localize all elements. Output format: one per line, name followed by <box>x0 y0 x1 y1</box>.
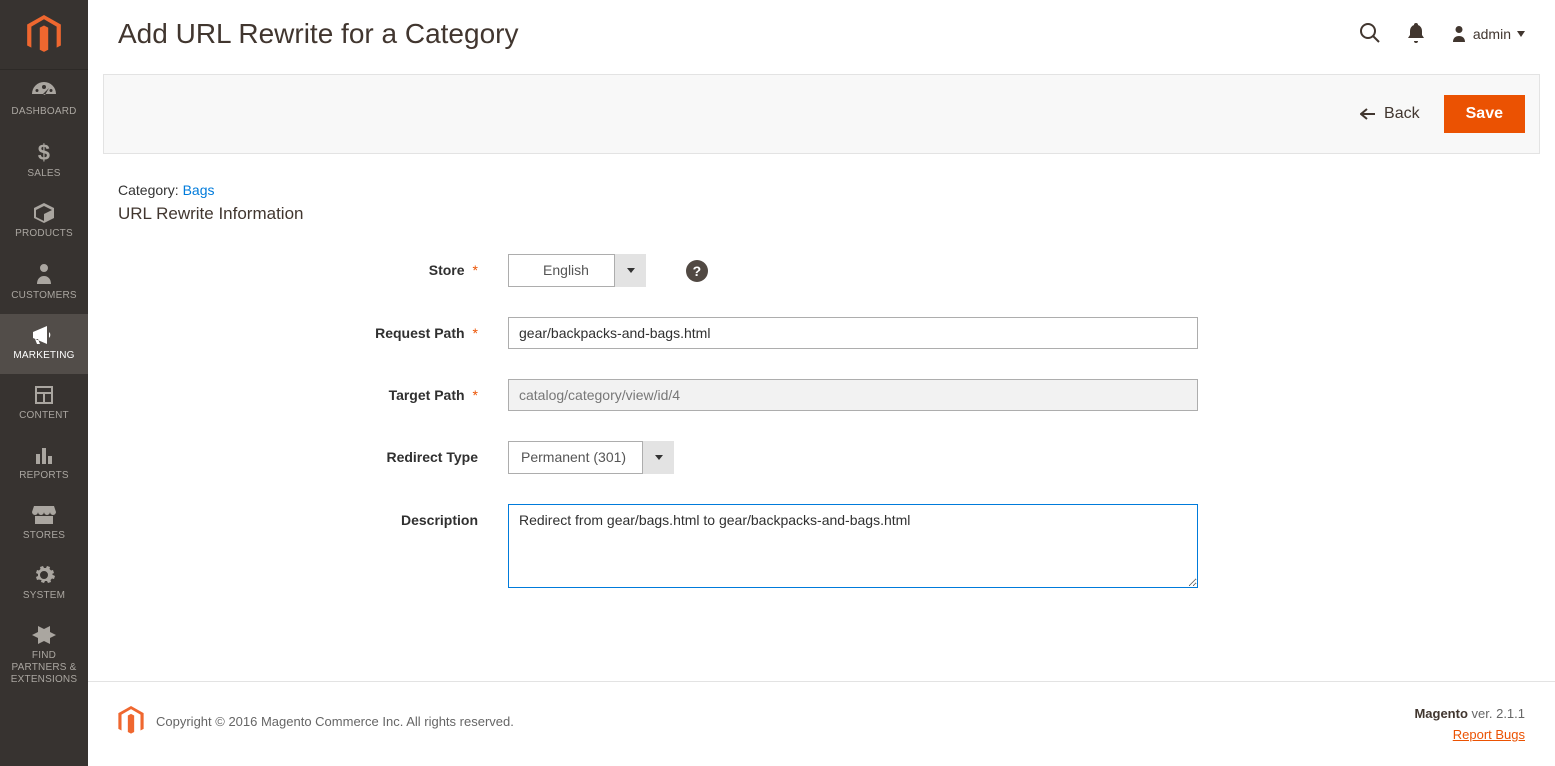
target-path-input <box>508 379 1198 411</box>
save-button[interactable]: Save <box>1444 95 1525 133</box>
sidebar-label: STORES <box>4 530 84 542</box>
sidebar-label: FIND PARTNERS & EXTENSIONS <box>4 650 84 686</box>
sidebar-label: MARKETING <box>4 350 84 362</box>
search-icon[interactable] <box>1359 22 1381 47</box>
sidebar-item-partners[interactable]: FIND PARTNERS & EXTENSIONS <box>0 614 88 698</box>
sidebar-label: SALES <box>4 168 84 180</box>
category-breadcrumb: Category: Bags <box>118 182 1525 198</box>
page-title: Add URL Rewrite for a Category <box>118 18 518 50</box>
extensions-icon <box>32 624 56 646</box>
store-label: Store* <box>118 254 478 278</box>
storefront-icon <box>32 504 56 526</box>
target-path-label: Target Path* <box>118 379 478 403</box>
request-path-input[interactable] <box>508 317 1198 349</box>
request-path-label: Request Path* <box>118 317 478 341</box>
report-bugs-link[interactable]: Report Bugs <box>1414 727 1525 742</box>
copyright-text: Copyright © 2016 Magento Commerce Inc. A… <box>156 714 514 729</box>
description-label: Description <box>118 504 478 528</box>
sidebar-label: REPORTS <box>4 470 84 482</box>
person-icon <box>34 262 54 286</box>
sidebar-label: SYSTEM <box>4 590 84 602</box>
category-prefix: Category: <box>118 182 183 198</box>
page-actions-bar: Back Save <box>103 74 1540 154</box>
sidebar-item-stores[interactable]: STORES <box>0 494 88 554</box>
sidebar-label: CUSTOMERS <box>4 290 84 302</box>
sidebar-item-customers[interactable]: CUSTOMERS <box>0 252 88 314</box>
sidebar-label: PRODUCTS <box>4 228 84 240</box>
dashboard-icon <box>30 80 58 102</box>
sidebar-item-dashboard[interactable]: DASHBOARD <box>0 70 88 130</box>
magento-logo-icon <box>118 706 144 736</box>
store-select[interactable]: English <box>508 254 646 287</box>
store-select-value: English <box>508 254 646 287</box>
sidebar-item-products[interactable]: PRODUCTS <box>0 192 88 252</box>
magento-logo-icon <box>27 15 61 55</box>
notifications-icon[interactable] <box>1407 23 1425 46</box>
chevron-down-icon <box>1517 31 1525 37</box>
sidebar-item-content[interactable]: CONTENT <box>0 374 88 434</box>
back-button[interactable]: Back <box>1342 95 1438 133</box>
sidebar-item-system[interactable]: SYSTEM <box>0 554 88 614</box>
redirect-type-label: Redirect Type <box>118 441 478 465</box>
bars-icon <box>33 444 55 466</box>
account-dropdown[interactable]: admin <box>1451 25 1525 43</box>
user-icon <box>1451 25 1467 43</box>
sidebar-label: DASHBOARD <box>4 106 84 118</box>
version-text: Magento ver. 2.1.1 <box>1414 706 1525 721</box>
page-header: Add URL Rewrite for a Category admin <box>88 0 1555 50</box>
help-tooltip-icon[interactable]: ? <box>686 260 708 282</box>
gear-icon <box>33 564 55 586</box>
redirect-type-value: Permanent (301) <box>508 441 674 474</box>
sidebar-item-reports[interactable]: REPORTS <box>0 434 88 494</box>
layout-icon <box>33 384 55 406</box>
page-footer: Copyright © 2016 Magento Commerce Inc. A… <box>88 681 1555 766</box>
sidebar-item-sales[interactable]: $ SALES <box>0 130 88 192</box>
redirect-type-select[interactable]: Permanent (301) <box>508 441 674 474</box>
account-username: admin <box>1473 26 1511 42</box>
category-link[interactable]: Bags <box>183 182 215 198</box>
admin-sidebar: DASHBOARD $ SALES PRODUCTS CUSTOMERS MAR… <box>0 0 88 766</box>
svg-text:$: $ <box>38 140 50 164</box>
back-button-label: Back <box>1384 105 1420 123</box>
sidebar-item-marketing[interactable]: MARKETING <box>0 314 88 374</box>
megaphone-icon <box>31 324 57 346</box>
sidebar-label: CONTENT <box>4 410 84 422</box>
magento-logo[interactable] <box>0 0 88 70</box>
arrow-left-icon <box>1360 108 1376 120</box>
dollar-icon: $ <box>33 140 55 164</box>
section-title: URL Rewrite Information <box>118 204 1525 224</box>
box-icon <box>32 202 56 224</box>
description-textarea[interactable] <box>508 504 1198 588</box>
